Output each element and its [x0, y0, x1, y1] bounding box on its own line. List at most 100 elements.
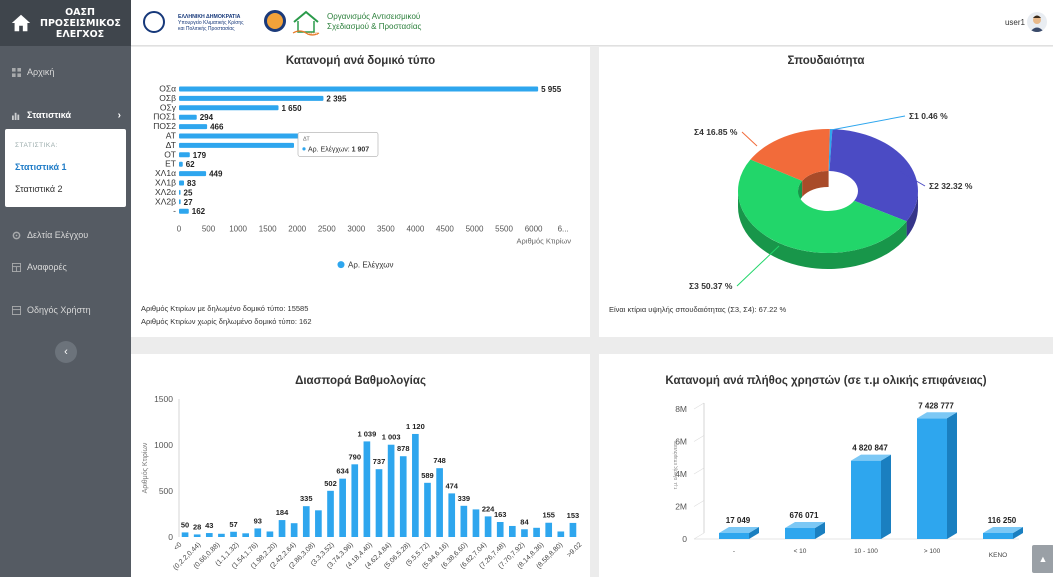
bar-ΔΤ	[179, 142, 295, 148]
x-tick-label: 2500	[318, 225, 336, 234]
y-tick-label: 0	[168, 532, 173, 542]
nav-reports[interactable]: Αναφορές	[0, 256, 131, 278]
x-tick-label: 500	[202, 225, 216, 234]
nav-home[interactable]: Αρχική	[0, 61, 131, 83]
bar-value-label: 25	[184, 188, 193, 197]
bar-ΟΣγ	[179, 105, 279, 111]
x-tick-label: > 100	[924, 548, 941, 555]
x-tick-label: >9.02	[566, 541, 584, 559]
y-tick-label: 8M	[675, 404, 687, 414]
bar-value-label: 502	[324, 479, 337, 488]
bar-value-label: 179	[193, 151, 207, 160]
bar-side-3	[947, 412, 957, 539]
histogram-bar	[242, 533, 249, 537]
histogram-bar	[254, 528, 262, 537]
grid-line	[693, 435, 705, 442]
histogram-bar	[218, 533, 225, 537]
bar-value-label: 589	[421, 471, 434, 480]
x-tick-label: 1000	[229, 225, 247, 234]
user-name[interactable]: user1	[1005, 18, 1025, 27]
bar-value-label: 184	[276, 508, 289, 517]
bar-value-label: 1 003	[382, 433, 401, 442]
brand-header[interactable]: ΟΑΣΠ ΠΡΟΣΕΙΣΜΙΚΟΣ ΕΛΕΓΧΟΣ	[0, 0, 131, 46]
submenu-header: ΣΤΑΤΙΣΤΙΚΑ:	[15, 142, 58, 149]
leader-line	[741, 131, 758, 147]
chevron-right-icon: ›	[117, 109, 121, 121]
bar-value-label: 790	[348, 452, 361, 461]
structural-type-title: Κατανομή ανά δομικό τύπο	[285, 55, 436, 67]
importance-pie-chart: Σ1 0.46 % Σ2 32.32 % Σ3 50.37 % Σ4 16.85 %	[689, 111, 973, 291]
bar-ΧΛ1α	[179, 171, 207, 177]
bar-value-label: 294	[200, 113, 214, 122]
submenu-statistics-2[interactable]: Στατιστικά 2	[15, 184, 63, 194]
organization-name: Οργανισμός Αντισεισμικού Σχεδιασμού & Πρ…	[327, 12, 422, 31]
histogram-bar	[569, 522, 577, 537]
structural-footer-2: Αριθμός Κτιρίων χωρίς δηλωμένο δομικό τύ…	[141, 317, 312, 326]
y-tick-label: 500	[159, 486, 173, 496]
bar-ΑΤ	[179, 133, 300, 139]
bar-value-label: 7 428 777	[918, 401, 954, 410]
submenu-statistics-1[interactable]: Στατιστικά 1	[15, 162, 67, 172]
histogram-bar	[557, 531, 565, 537]
bar-value-label: 62	[186, 160, 195, 169]
histogram-bar	[545, 522, 553, 537]
bar-ΧΛ2α	[179, 189, 181, 195]
bar-ΠΟΣ1	[179, 114, 197, 120]
histogram-bar	[472, 509, 480, 537]
x-tick-label: 3000	[347, 225, 365, 234]
histogram-bar	[533, 527, 540, 537]
nav-control-reports[interactable]: Δελτία Ελέγχου	[0, 224, 131, 246]
y-tick-label: 1500	[154, 394, 173, 404]
nav-home-label: Αρχική	[27, 67, 55, 77]
legend-label: Αρ. Ελέγχων	[348, 261, 393, 270]
y-tick-label: 1000	[154, 440, 173, 450]
bar-value-label: 466	[210, 123, 224, 132]
histogram-bar	[484, 516, 492, 537]
x-tick-label: 10 - 100	[854, 548, 878, 555]
x-tick-label: 4000	[407, 225, 425, 234]
bar-value-label: 1 039	[357, 429, 376, 438]
bar-value-label: 634	[336, 467, 349, 476]
slice-label: Σ2 32.32 %	[929, 181, 973, 191]
bar-front-2	[851, 460, 881, 539]
tooltip-dot	[302, 147, 306, 151]
nav-statistics-label: Στατιστικά	[27, 110, 71, 120]
y-tick-label: -	[173, 206, 176, 216]
nav-user-guide[interactable]: Οδηγός Χρήστη	[0, 299, 131, 321]
users-area-chart: 02M4M6M8Mτ.μ. ολικής επιφάνειας17 049-67…	[672, 401, 1023, 559]
histogram-bar	[193, 534, 201, 537]
bar-ΕΤ	[179, 161, 183, 167]
leader-line	[736, 245, 780, 287]
histogram-bar	[339, 478, 346, 537]
bar-value-label: 27	[184, 198, 193, 207]
structural-type-chart: ΟΣα 5 955ΟΣβ 2 395ΟΣγ 1 650ΠΟΣ1 294ΠΟΣ2 466ΑΤ…	[153, 84, 571, 270]
x-tick-label: < 10	[794, 548, 807, 555]
bar-value-label: 1 650	[282, 104, 303, 113]
leader-line	[830, 115, 906, 131]
histogram-bar	[521, 529, 528, 537]
bar-value-label: 43	[205, 521, 213, 530]
home-icon	[11, 14, 31, 32]
y-tick-label: 2M	[675, 502, 687, 512]
importance-footer: Είναι κτίρια υψηλής σπουδαιότητας (Σ3, Σ…	[609, 305, 787, 314]
user-avatar-icon	[1030, 15, 1044, 32]
bar-value-label: 339	[458, 494, 471, 503]
sidebar-collapse-button[interactable]: ‹	[55, 341, 77, 363]
book-icon	[12, 305, 21, 315]
histogram-bar	[181, 532, 189, 537]
nav-control-reports-label: Δελτία Ελέγχου	[27, 230, 89, 240]
score-distribution-title: Διασπορά Βαθμολογίας	[295, 375, 426, 387]
bar-ΧΛ2β	[179, 199, 181, 205]
scroll-to-top-button[interactable]: ▲	[1032, 545, 1053, 573]
histogram-bar	[290, 523, 298, 537]
avatar[interactable]	[1027, 12, 1047, 32]
bar-ΧΛ1β	[179, 180, 185, 186]
slice-label: Σ3 50.37 %	[689, 281, 733, 291]
histogram-bar	[266, 531, 274, 537]
x-tick-label: 6...	[558, 225, 569, 234]
histogram-bar	[460, 505, 468, 537]
x-tick-label: 3500	[377, 225, 395, 234]
nav-statistics[interactable]: Στατιστικά ›	[0, 104, 131, 126]
bar-value-label: 449	[209, 170, 223, 179]
table-icon	[12, 262, 21, 272]
